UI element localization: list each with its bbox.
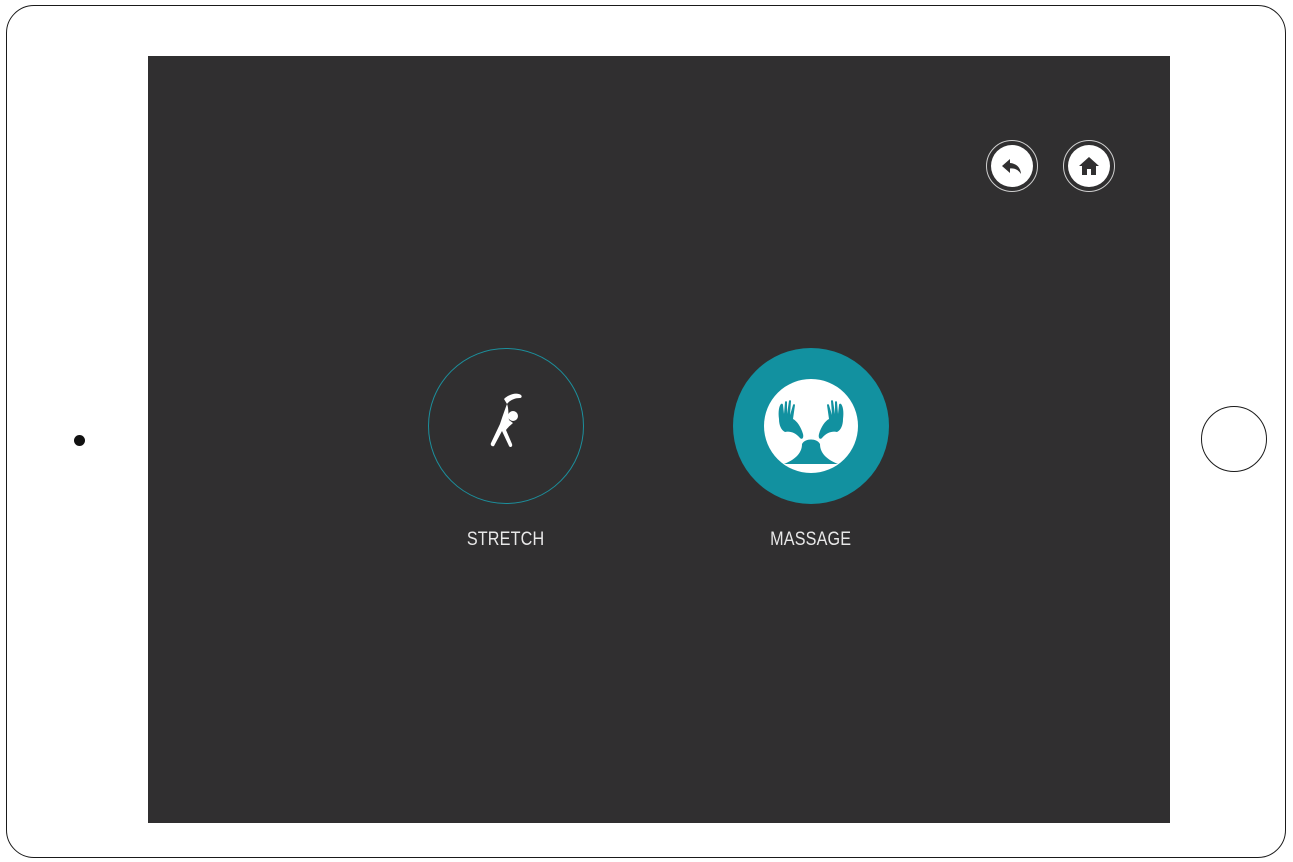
home-button[interactable]	[1063, 140, 1115, 192]
camera-dot	[74, 435, 85, 446]
stretch-icon	[490, 393, 522, 448]
massage-hands-icon	[764, 379, 858, 473]
stretch-label: STRETCH	[467, 529, 545, 550]
massage-label: MASSAGE	[770, 529, 852, 550]
massage-option[interactable]: MASSAGE	[732, 348, 890, 551]
hardware-home-button[interactable]	[1201, 406, 1267, 472]
back-arrow-icon	[991, 145, 1033, 187]
home-icon	[1068, 145, 1110, 187]
back-button[interactable]	[986, 140, 1038, 192]
stretch-option[interactable]: STRETCH	[427, 348, 585, 551]
app-screen: STRETCH MASSAGE	[148, 56, 1170, 823]
stretch-option-circle[interactable]	[428, 348, 584, 504]
massage-option-circle[interactable]	[733, 348, 889, 504]
tablet-frame: STRETCH MASSAGE	[6, 5, 1286, 858]
